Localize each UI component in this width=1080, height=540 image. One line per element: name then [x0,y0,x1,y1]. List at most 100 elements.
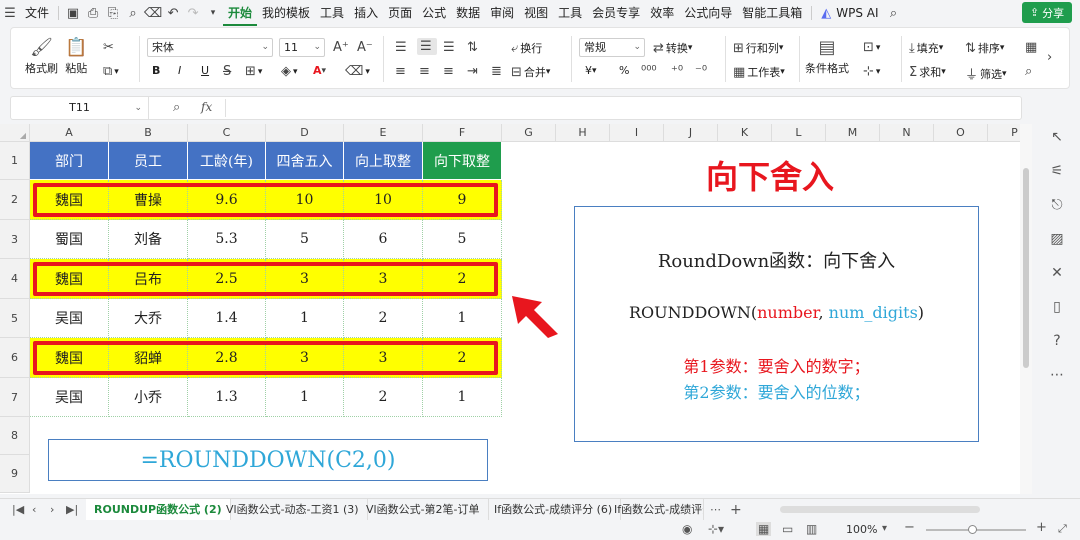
increase-font-button[interactable]: A⁺ [333,40,351,55]
table-cell[interactable]: 曹操 [109,180,188,220]
table-cell[interactable]: 2.8 [188,338,266,378]
tab-tools-2[interactable]: 工具 [553,0,587,26]
print-icon[interactable]: ⎘ [103,0,123,26]
decimal-decrease-button[interactable]: ⁻⁰ [695,64,709,79]
table-cell[interactable]: 6 [344,220,423,259]
column-header[interactable]: A [30,124,109,142]
table-cell[interactable]: 2.5 [188,259,266,299]
tab-tools[interactable]: 工具 [315,0,349,26]
sum-button[interactable]: Σ 求和 ▾ [909,64,946,80]
thousands-button[interactable]: ⁰⁰⁰ [641,64,659,79]
tab-my-templates[interactable]: 我的模板 [257,0,315,26]
adjust-icon[interactable]: ⚟ [1048,162,1066,180]
align-middle-button[interactable]: ☰ [417,38,437,55]
column-header[interactable]: H [556,124,610,142]
table-cell[interactable]: 5.3 [188,220,266,259]
undo-icon[interactable]: ↶ [163,0,183,26]
table-cell[interactable]: 魏国 [30,180,109,220]
table-cell[interactable]: 刘备 [109,220,188,259]
share-panel-icon[interactable]: ⎋ [1048,196,1066,214]
italic-button[interactable]: I [178,64,181,77]
find-button[interactable]: ⌕ [1025,64,1034,79]
horizontal-scrollbar[interactable] [780,506,980,513]
sheet-tab-vl-order[interactable]: Vl函数公式-第2笔-订单 [358,499,489,521]
add-sheet-icon[interactable]: + [730,499,742,521]
sheet-tab-if-grade[interactable]: If函数公式-成绩评分 (6) [486,499,622,521]
table-cell[interactable]: 3 [266,338,344,378]
row-header[interactable]: 5 [0,299,30,338]
row-header[interactable]: 7 [0,378,30,417]
table-cell[interactable]: 大乔 [109,299,188,338]
cell-style-button[interactable]: ⊡ ▾ [863,40,880,55]
more-icon[interactable]: ⋯ [1048,366,1066,384]
select-all-corner[interactable]: ◢ [0,124,30,142]
table-cell[interactable]: 1 [423,378,502,417]
fill-button[interactable]: ⤓ 填充 ▾ [909,40,943,56]
layout-icon[interactable]: ⊹▾ [708,522,724,536]
column-header[interactable]: O [934,124,988,142]
tab-formula-wizard[interactable]: 公式向导 [679,0,737,26]
align-left-button[interactable]: ≡ [395,64,408,79]
wps-ai-button[interactable]: WPS AI [836,0,883,26]
book-icon[interactable]: ▯ [1048,298,1066,316]
row-header[interactable]: 8 [0,417,30,455]
pointer-icon[interactable]: ↖ [1048,128,1066,146]
table-header-cell[interactable]: 员工 [109,142,188,180]
column-header[interactable]: C [188,124,266,142]
row-header[interactable]: 6 [0,338,30,378]
table-cell[interactable]: 吴国 [30,299,109,338]
format-painter-button[interactable]: 🖌 格式刷 [25,36,58,76]
table-cell[interactable]: 10 [266,180,344,220]
indent-button[interactable]: ⇥ [467,64,480,79]
page-layout-icon[interactable]: ▭ [782,522,793,536]
table-cell[interactable]: 貂蝉 [109,338,188,378]
table-header-cell[interactable]: 部门 [30,142,109,180]
clear-format-button[interactable]: ⌫ ▾ [345,64,370,79]
number-format-select[interactable]: 常规 ⌄ [579,38,645,57]
page-break-icon[interactable]: ▥ [806,522,817,536]
column-header[interactable]: E [344,124,423,142]
tab-home[interactable]: 开始 [223,0,258,26]
table-cell[interactable]: 2 [344,378,423,417]
table-cell[interactable]: 1.3 [188,378,266,417]
row-header[interactable]: 1 [0,142,30,180]
more-tabs-icon[interactable]: ⋯ [710,499,721,521]
help-icon[interactable]: ? [1048,332,1066,350]
table-cell[interactable]: 2 [423,259,502,299]
first-sheet-icon[interactable]: |◀ [12,499,24,521]
name-box[interactable]: T11 ⌄ [11,97,149,119]
percent-button[interactable]: % [619,64,629,77]
worksheet-button[interactable]: ▦ 工作表 ▾ [733,64,785,80]
scroll-thumb[interactable] [1023,168,1029,368]
export-pdf-icon[interactable]: ⎙ [83,0,103,26]
formula-input[interactable] [231,97,1011,119]
column-header[interactable]: M [826,124,880,142]
fullscreen-icon[interactable]: ⤢ [1058,522,1067,536]
zoom-out-icon[interactable]: − [904,520,915,535]
more-icon[interactable]: ▾ [203,0,223,26]
text-direction-button[interactable]: ⇅ [467,40,480,55]
tab-formulas[interactable]: 公式 [417,0,451,26]
table-cell[interactable]: 1 [266,299,344,338]
search-icon[interactable]: ⌕ [884,0,904,26]
cut-button[interactable]: ✂ [103,40,116,55]
column-header[interactable]: L [772,124,826,142]
sheet-tab-roundup[interactable]: ROUNDUP函数公式 (2) [86,499,231,521]
row-header[interactable]: 3 [0,220,30,259]
column-header[interactable]: K [718,124,772,142]
vertical-scrollbar[interactable] [1020,124,1032,494]
table-cell[interactable]: 1 [266,378,344,417]
table-cell[interactable]: 蜀国 [30,220,109,259]
conditional-format-button[interactable]: ▤ 条件格式 [805,36,849,76]
zoom-dropdown-icon[interactable]: ▾ [882,523,887,534]
sort-button[interactable]: ⇅ 排序 ▾ [965,40,1004,56]
underline-button[interactable]: U [201,64,209,77]
table-cell[interactable]: 9 [423,180,502,220]
strikethrough-button[interactable]: S̶ [223,64,233,79]
hamburger-icon[interactable]: ☰ [0,0,20,26]
tab-view[interactable]: 视图 [519,0,553,26]
cell-border-button[interactable]: ⊹ ▾ [863,64,880,79]
bold-button[interactable]: B [152,64,160,77]
table-cell[interactable]: 1 [423,299,502,338]
column-header[interactable]: P [988,124,1020,142]
